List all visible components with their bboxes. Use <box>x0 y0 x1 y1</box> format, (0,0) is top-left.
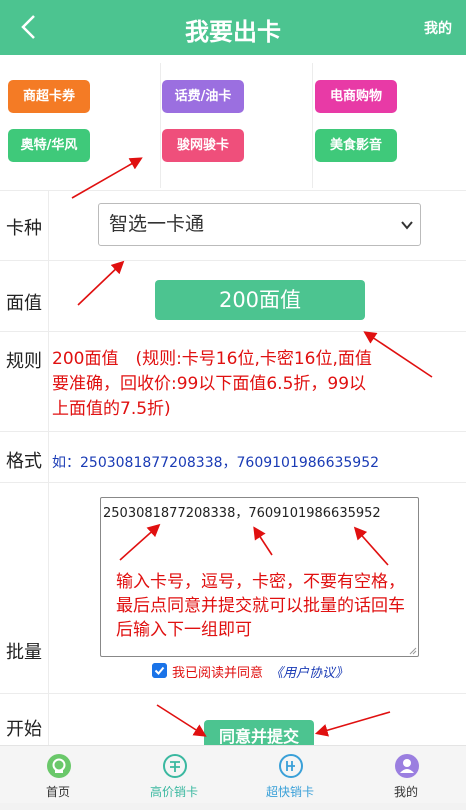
user-agreement-link[interactable]: 《用户协议》 <box>270 662 348 681</box>
format-example: 如：2503081877208338，7609101986635952 <box>52 455 380 471</box>
card-type-label: 卡种 <box>6 218 42 239</box>
fast-icon <box>279 754 303 778</box>
divider <box>0 190 466 191</box>
page-title: 我要出卡 <box>185 18 281 46</box>
format-label: 格式 <box>6 451 42 472</box>
face-value-label: 面值 <box>6 293 42 314</box>
top-bar: 我要出卡 我的 <box>0 0 466 55</box>
tab-fast-sell-label: 超快销卡 <box>265 785 314 799</box>
tab-mine[interactable]: 我的 <box>348 746 464 804</box>
agree-text: 我已阅读并同意 <box>172 666 264 681</box>
batch-label: 批量 <box>6 642 42 663</box>
arrow <box>363 331 433 378</box>
divider <box>48 190 49 745</box>
bottom-strip <box>0 803 466 810</box>
sell-icon <box>163 754 187 778</box>
category-grid: 商超卡券 话费/油卡 电商购物 奥特/华风 骏网骏卡 美食影音 <box>0 55 466 190</box>
batch-input-value: 2503081877208338，7609101986635952 <box>103 506 381 521</box>
tab-mine-label: 我的 <box>393 785 418 799</box>
tab-high-price-sell-label: 高价销卡 <box>149 785 198 799</box>
divider <box>0 331 466 332</box>
start-label: 开始 <box>6 719 42 740</box>
card-type-value: 智选一卡通 <box>109 213 205 235</box>
tab-fast-sell[interactable]: 超快销卡 <box>232 746 348 804</box>
face-value-button[interactable]: 200面值 <box>155 280 365 320</box>
divider <box>312 63 313 188</box>
arrow <box>314 711 391 737</box>
arrow <box>77 260 125 306</box>
divider <box>0 482 466 483</box>
bottom-tab-bar: 首页 高价销卡 超快销卡 我的 <box>0 745 466 803</box>
my-account-link[interactable]: 我的 <box>424 18 452 38</box>
card-type-select[interactable]: 智选一卡通 <box>98 203 421 246</box>
category-junwang[interactable]: 骏网骏卡 <box>162 129 244 162</box>
divider <box>160 63 161 188</box>
user-icon <box>395 754 419 778</box>
category-meishi[interactable]: 美食影音 <box>315 129 397 162</box>
divider <box>0 693 466 694</box>
agree-checkbox[interactable] <box>152 663 167 678</box>
home-icon <box>47 754 71 778</box>
tab-home[interactable]: 首页 <box>0 746 116 804</box>
batch-hint-annotation: 输入卡号，逗号，卡密，不要有空格，最后点同意并提交就可以批量的话回车后输入下一组… <box>116 572 405 640</box>
tab-home-label: 首页 <box>45 785 70 799</box>
tab-high-price-sell[interactable]: 高价销卡 <box>116 746 232 804</box>
category-shangchao[interactable]: 商超卡券 <box>8 80 90 113</box>
arrow <box>156 704 207 737</box>
category-dianshang[interactable]: 电商购物 <box>315 80 397 113</box>
rules-text: 200面值 (规则:卡号16位,卡密16位,面值要准确，回收价:99以下面值6.… <box>52 349 372 419</box>
resize-grip-icon[interactable] <box>409 647 417 655</box>
divider <box>0 260 466 261</box>
main-content: 商超卡券 话费/油卡 电商购物 奥特/华风 骏网骏卡 美食影音 卡种 面值 规则… <box>0 55 466 745</box>
divider <box>0 431 466 432</box>
category-huafei[interactable]: 话费/油卡 <box>162 80 244 113</box>
category-aote[interactable]: 奥特/华风 <box>8 129 90 162</box>
rules-label: 规则 <box>6 351 42 372</box>
chevron-down-icon <box>401 221 413 230</box>
submit-button[interactable]: 同意并提交 <box>204 720 314 745</box>
